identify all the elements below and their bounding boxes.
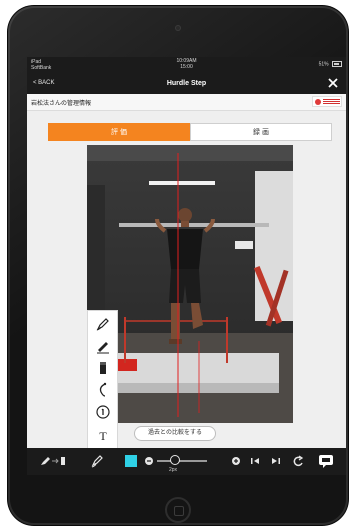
number-stamp-icon[interactable] — [94, 403, 112, 421]
page-title: Hurdle Step — [166, 80, 207, 87]
pen-icon[interactable] — [94, 315, 112, 333]
stroke-width-track[interactable] — [157, 460, 207, 462]
tab-recording[interactable]: 録 画 — [190, 123, 332, 141]
text-tool-icon[interactable]: T — [94, 427, 112, 445]
close-icon[interactable] — [326, 76, 340, 90]
tab-evaluation[interactable]: 評 価 — [48, 123, 190, 141]
left-leg — [171, 303, 180, 339]
brand-logo — [312, 96, 342, 107]
battery-percent: 51% — [318, 61, 329, 68]
frame-forward-icon[interactable] — [270, 453, 282, 469]
status-center: 10:09AM 15:00 — [27, 58, 346, 70]
user-name: 岩松法さんの管理情報 — [31, 101, 92, 107]
curve-icon[interactable] — [94, 381, 112, 399]
navigation-bar: < BACK Hurdle Step — [27, 74, 346, 94]
user-info-bar: 岩松法さんの管理情報 — [27, 94, 346, 111]
plyo-box-base — [109, 383, 279, 393]
color-swatch[interactable] — [125, 455, 137, 467]
undo-icon[interactable] — [291, 453, 305, 469]
head — [178, 208, 192, 222]
line-icon[interactable] — [94, 337, 112, 355]
battery-icon — [332, 61, 342, 67]
clock-secondary: 15:00 — [180, 64, 193, 70]
front-camera — [175, 25, 181, 31]
comment-icon[interactable] — [318, 453, 334, 469]
dowel-bar — [119, 223, 269, 227]
eraser-icon[interactable] — [94, 359, 112, 377]
left-foot — [169, 339, 182, 344]
app-screen: iPad SoftBank 10:09AM 15:00 51% < BACK H… — [27, 57, 346, 475]
home-button[interactable] — [165, 497, 191, 523]
current-pen-icon[interactable] — [89, 453, 105, 469]
stroke-width-value: 2px — [169, 467, 178, 473]
neck — [181, 221, 189, 227]
status-right: 51% — [319, 61, 342, 67]
ceiling-light — [149, 181, 215, 185]
frame-back-icon[interactable] — [249, 453, 261, 469]
ceiling — [87, 145, 293, 161]
drawing-tool-palette: T — [87, 310, 118, 450]
bottom-toolbar: 2px — [27, 448, 346, 475]
white-wall-panel — [255, 171, 293, 321]
pen-to-eraser-icon[interactable] — [39, 453, 67, 469]
minus-icon[interactable] — [144, 453, 154, 469]
status-bar: iPad SoftBank 10:09AM 15:00 51% — [27, 57, 346, 74]
wall-sign — [235, 241, 253, 249]
torso-shirt — [167, 229, 203, 269]
stroke-width-slider[interactable] — [170, 455, 180, 465]
compare-with-past-button[interactable]: 過去との比較をする — [134, 426, 216, 441]
plus-icon[interactable] — [231, 453, 241, 469]
logo-text-bars — [323, 99, 340, 105]
logo-mark — [315, 99, 321, 105]
tab-bar: 評 価 録 画 — [48, 123, 332, 141]
